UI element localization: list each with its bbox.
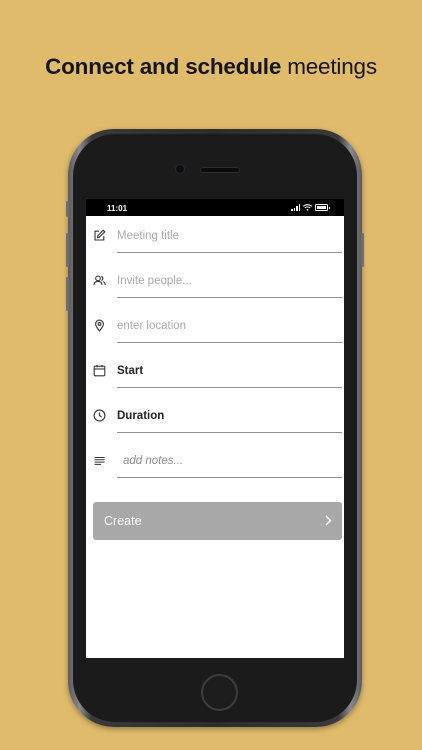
calendar-icon <box>93 364 106 377</box>
battery-icon <box>315 204 330 211</box>
notes-placeholder: add notes... <box>123 455 184 467</box>
start-label: Start <box>117 365 144 377</box>
duration-row: Duration <box>86 396 344 441</box>
location-row: enter location <box>86 306 344 351</box>
notes-input[interactable]: add notes... <box>117 441 342 478</box>
front-camera <box>176 165 184 173</box>
create-button[interactable]: Create <box>93 502 342 540</box>
people-icon <box>93 274 106 287</box>
invite-people-input[interactable]: Invite people... <box>117 261 342 298</box>
meeting-title-input[interactable]: Meeting title <box>117 216 342 253</box>
volume-down-button <box>66 277 69 311</box>
duration-label: Duration <box>117 410 165 422</box>
chevron-right-icon <box>325 515 332 526</box>
wifi-icon <box>303 204 312 211</box>
start-picker[interactable]: Start <box>117 351 342 388</box>
notes-lines-icon <box>93 454 106 467</box>
edit-icon <box>93 229 106 242</box>
location-pin-icon <box>93 319 106 332</box>
app-screen: 11:01 Meeting title Invite people... ent… <box>86 199 344 658</box>
invite-row: Invite people... <box>86 261 344 306</box>
headline-light: meetings <box>287 54 377 79</box>
notes-row: add notes... <box>86 441 344 486</box>
mute-switch <box>66 201 69 217</box>
status-icons <box>291 204 330 211</box>
create-button-label: Create <box>104 514 142 528</box>
power-button <box>361 233 364 267</box>
volume-up-button <box>66 233 69 267</box>
signal-icon <box>291 204 300 211</box>
duration-picker[interactable]: Duration <box>117 396 342 433</box>
status-bar: 11:01 <box>86 199 344 216</box>
home-button <box>201 674 238 711</box>
location-input[interactable]: enter location <box>117 306 342 343</box>
title-row: Meeting title <box>86 216 344 261</box>
start-row: Start <box>86 351 344 396</box>
status-time: 11:01 <box>107 204 128 213</box>
earpiece-speaker <box>201 168 239 172</box>
clock-icon <box>93 409 106 422</box>
headline-bold: Connect and schedule <box>45 54 282 79</box>
location-placeholder: enter location <box>117 320 187 332</box>
promo-headline: Connect and schedule meetings <box>0 54 422 80</box>
invite-people-placeholder: Invite people... <box>117 275 192 287</box>
meeting-title-placeholder: Meeting title <box>117 230 180 242</box>
